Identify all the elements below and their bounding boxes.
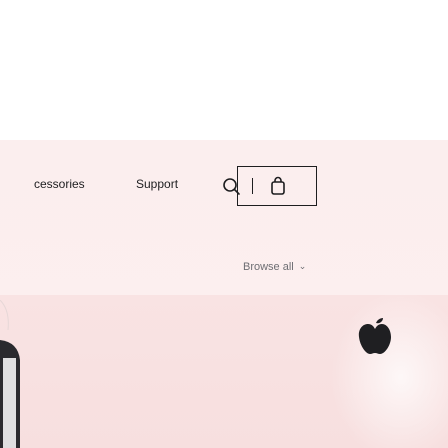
shopping-bag-icon[interactable]	[266, 174, 290, 198]
device-edge-image	[0, 300, 20, 448]
browse-all-link[interactable]: Browse all ⌄	[243, 261, 306, 273]
nav-item-support[interactable]: Support	[136, 177, 178, 191]
nav-divider	[252, 178, 253, 194]
page: cessories Support Browse all ⌄	[0, 0, 448, 448]
search-icon[interactable]	[219, 174, 243, 198]
global-nav: cessories Support	[0, 166, 448, 206]
chevron-down-icon: ⌄	[298, 261, 307, 271]
nav-item-accessories[interactable]: cessories	[34, 177, 85, 191]
hero-glow	[330, 290, 448, 448]
browse-all-label: Browse all	[243, 261, 294, 273]
apple-logo-icon	[358, 318, 391, 354]
